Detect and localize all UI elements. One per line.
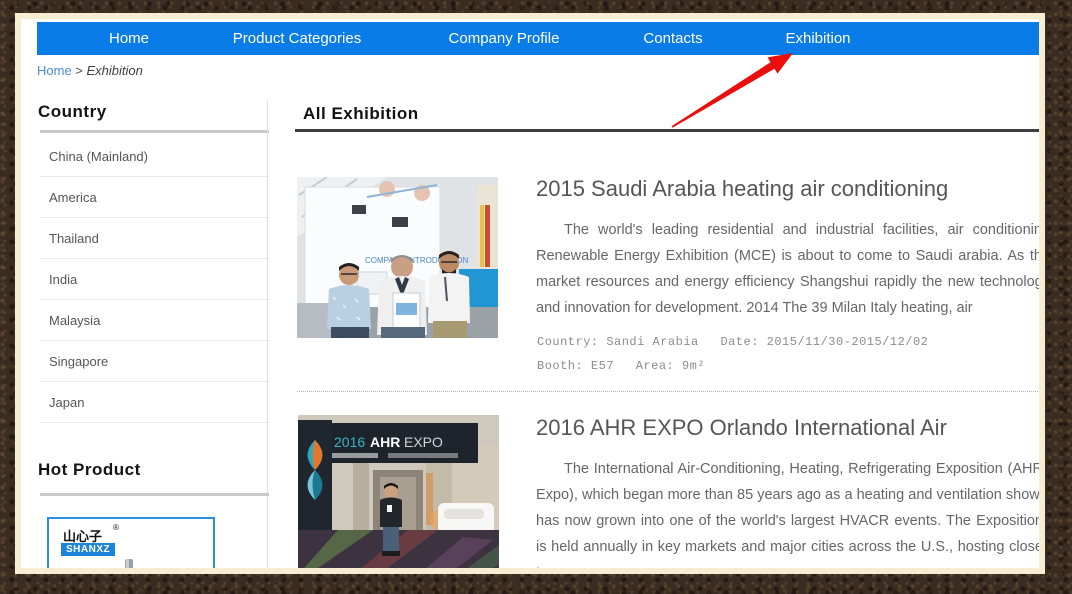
nav-item-product-categories[interactable]: Product Categories (221, 30, 373, 47)
page-frame: Home Product Categories Company Profile … (15, 13, 1045, 574)
svg-text:AHR: AHR (370, 434, 400, 450)
country-item-singapore[interactable]: Singapore (40, 341, 269, 382)
hot-product-card[interactable]: 山心子 ® SHANXZ (47, 517, 215, 574)
breadcrumb: Home > Exhibition (37, 63, 143, 78)
nav-item-home[interactable]: Home (37, 30, 221, 47)
exhibition-photo-saudi[interactable]: COMPANY INTRODUCTION (297, 177, 498, 338)
svg-text:2016: 2016 (334, 434, 365, 450)
country-list: China (Mainland) America Thailand India … (40, 136, 269, 423)
exhibition-separator (297, 391, 1045, 392)
top-nav: Home Product Categories Company Profile … (37, 22, 1045, 55)
hot-product-title-rule (40, 493, 269, 496)
breadcrumb-home-link[interactable]: Home (37, 63, 72, 78)
exhibition-meta-saudi: Country: Sandi Arabia Date: 2015/11/30-2… (537, 330, 928, 378)
sidebar-main-divider (267, 100, 268, 568)
exhibition-description-ahr-expo: The International Air-Conditioning, Heat… (536, 456, 1043, 574)
country-item-america[interactable]: America (40, 177, 269, 218)
country-item-thailand[interactable]: Thailand (40, 218, 269, 259)
country-item-japan[interactable]: Japan (40, 382, 269, 423)
country-title-rule (40, 130, 269, 133)
meta-area-value: 9m² (682, 359, 705, 373)
country-item-malaysia[interactable]: Malaysia (40, 300, 269, 341)
meta-date-value: 2015/11/30-2015/12/02 (767, 335, 929, 349)
page-title: All Exhibition (303, 104, 419, 124)
meta-line-2: Booth: E57 Area: 9m² (537, 354, 928, 378)
meta-area-label: Area: (636, 359, 675, 373)
breadcrumb-current: Exhibition (87, 63, 143, 78)
nav-item-exhibition[interactable]: Exhibition (711, 30, 925, 47)
hot-product-image (49, 557, 213, 574)
red-arrow-annotation (666, 47, 821, 147)
exhibition-title-ahr-expo[interactable]: 2016 AHR EXPO Orlando International Air (536, 415, 947, 441)
nav-item-company-profile[interactable]: Company Profile (373, 30, 635, 47)
meta-date-label: Date: (720, 335, 759, 349)
registered-mark: ® (113, 523, 119, 532)
country-item-india[interactable]: India (40, 259, 269, 300)
meta-country-label: Country: (537, 335, 599, 349)
svg-text:EXPO: EXPO (404, 434, 443, 450)
meta-country-value: Sandi Arabia (606, 335, 698, 349)
exhibition-photo-ahr-expo[interactable]: 2016 AHR EXPO (298, 415, 499, 574)
meta-booth-value: E57 (591, 359, 614, 373)
brand-latin-badge: SHANXZ (61, 543, 115, 556)
exhibition-description-saudi: The world's leading residential and indu… (536, 217, 1045, 321)
exhibition-title-saudi[interactable]: 2015 Saudi Arabia heating air conditioni… (536, 176, 948, 202)
breadcrumb-separator: > (72, 63, 87, 78)
country-section-title: Country (38, 102, 107, 122)
nav-item-contacts[interactable]: Contacts (635, 30, 711, 47)
hot-product-section-title: Hot Product (38, 460, 141, 480)
country-item-china[interactable]: China (Mainland) (40, 136, 269, 177)
meta-line-1: Country: Sandi Arabia Date: 2015/11/30-2… (537, 330, 928, 354)
meta-booth-label: Booth: (537, 359, 583, 373)
